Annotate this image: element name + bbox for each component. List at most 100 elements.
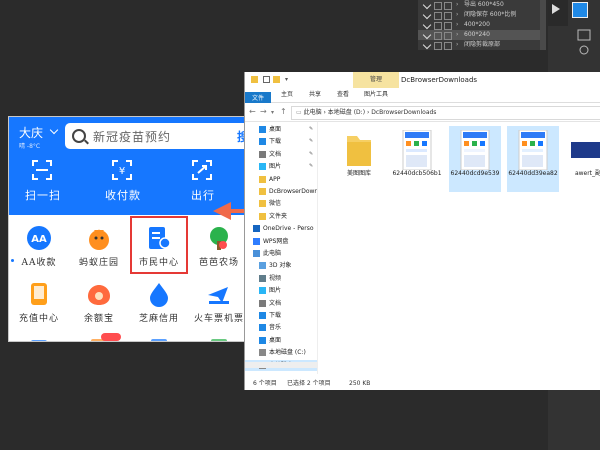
nav-item[interactable]: 文件夹 <box>245 211 317 222</box>
up-arrow-icon[interactable]: ↑ <box>280 107 287 116</box>
nav-item-label: WPS网盘 <box>263 237 289 245</box>
layer-link-icon[interactable] <box>444 42 452 50</box>
layer-checkbox[interactable] <box>434 12 442 20</box>
image-file-item[interactable]: awert_副本 <box>565 126 600 192</box>
nav-scrollbar[interactable] <box>245 362 317 368</box>
layer-checkbox[interactable] <box>434 22 442 30</box>
layer-row[interactable]: › 400*200 <box>418 20 546 30</box>
layer-checkbox[interactable] <box>434 42 442 50</box>
visibility-check-icon[interactable] <box>422 40 432 50</box>
nav-item-label: OneDrive - Perso <box>263 225 314 233</box>
nav-item[interactable]: 图片 <box>245 285 317 296</box>
status-bar: 6 个项目 已选择 2 个项目 250 KB <box>245 377 600 390</box>
properties-icon[interactable] <box>263 76 270 83</box>
layers-scrollbar[interactable] <box>540 0 546 50</box>
visibility-check-icon[interactable] <box>422 10 432 20</box>
nav-item[interactable]: 文档 <box>245 298 317 309</box>
recent-chevron-icon[interactable]: ▾ <box>271 109 274 116</box>
breadcrumb[interactable]: 此电脑 › 本地磁盘 (D:) › DcBrowserDownloads <box>304 109 437 116</box>
folder-item[interactable]: 美图图库 <box>333 126 385 192</box>
grid-item-8[interactable]: 火车票机票 <box>189 275 249 329</box>
back-arrow-icon[interactable]: ← <box>249 107 256 116</box>
search-bar[interactable]: 新冠疫苗预约 搜 <box>65 123 249 149</box>
image-file-item[interactable]: 62440dcd9e539 <box>449 126 501 192</box>
ribbon-tab[interactable]: 查看 <box>331 88 355 102</box>
forward-arrow-icon[interactable]: → <box>260 107 267 116</box>
new-folder-icon[interactable] <box>273 76 280 83</box>
nav-item[interactable]: 微信 <box>245 198 317 209</box>
file-list: 美图图库 62440dcb506b1 62440dcd9e539 62440dd39e… <box>319 122 600 374</box>
layer-link-icon[interactable] <box>444 22 452 30</box>
nav-item[interactable]: 此电脑 <box>245 248 317 259</box>
expand-arrow-icon[interactable]: › <box>456 40 458 50</box>
visibility-check-icon[interactable] <box>422 0 432 10</box>
ribbon-tab[interactable]: 共享 <box>303 88 327 102</box>
expand-arrow-icon[interactable]: › <box>456 10 458 20</box>
grid-item-7[interactable]: 芝麻信用 <box>129 275 189 329</box>
nav-item-label: 文档 <box>269 150 282 158</box>
layer-checkbox[interactable] <box>434 32 442 40</box>
nav-item[interactable]: 桌面 <box>245 335 317 346</box>
grid-item-2[interactable]: 蚂蚁庄园 <box>69 219 129 273</box>
search-icon <box>72 129 86 143</box>
highlight-box <box>130 216 188 274</box>
layer-link-icon[interactable] <box>444 32 452 40</box>
grid-item-1[interactable]: AA AA收款 <box>9 219 69 273</box>
grid-item-6[interactable]: 余额宝 <box>69 275 129 329</box>
address-box[interactable]: ▭ 此电脑 › 本地磁盘 (D:) › DcBrowserDownloads <box>291 106 600 120</box>
pin-icon: ✎ <box>309 138 314 145</box>
grid-item-4[interactable]: 芭芭农场 <box>189 219 249 273</box>
layer-link-icon[interactable] <box>444 12 452 20</box>
chevron-down-icon[interactable]: ▾ <box>285 76 292 83</box>
nav-item[interactable]: WPS网盘 <box>245 236 317 247</box>
nav-item[interactable]: 本地磁盘 (C:) <box>245 347 317 358</box>
play-icon[interactable] <box>552 4 560 14</box>
layer-link-icon[interactable] <box>444 2 452 10</box>
city-label[interactable]: 大庆 <box>19 124 43 141</box>
expand-arrow-icon[interactable]: › <box>456 20 458 30</box>
grid-item-label: AA收款 <box>21 258 57 268</box>
nav-item[interactable]: 图片 ✎ <box>245 161 317 172</box>
image-file-item[interactable]: 62440dcb506b1 <box>391 126 443 192</box>
ribbon-tab[interactable]: 图片工具 <box>359 88 393 102</box>
top-action-1[interactable]: 扫一扫 <box>13 157 73 211</box>
grid-item-5[interactable]: 充值中心 <box>9 275 69 329</box>
image-thumbnail <box>397 129 437 171</box>
nav-item[interactable]: DcBrowserDownloads <box>245 186 317 197</box>
layer-checkbox[interactable] <box>434 2 442 10</box>
ribbon-tab[interactable]: 主页 <box>275 88 299 102</box>
image-thumbnail <box>513 129 553 171</box>
file-name: 美图图库 <box>346 170 371 177</box>
layer-name: 导出 600*450 <box>464 1 504 8</box>
documents-icon <box>259 150 266 158</box>
expand-arrow-icon[interactable]: › <box>456 30 458 40</box>
alipay-header: 大庆 晴 -8°C 新冠疫苗预约 搜 扫一扫 ¥ 收付款 出行 <box>9 117 249 215</box>
foreground-color-swatch[interactable] <box>572 2 588 18</box>
layer-row[interactable]: › 闭隐保存 600*比例 <box>418 10 546 20</box>
layer-row[interactable]: › 导出 600*450 <box>418 0 546 10</box>
nav-item[interactable]: 音乐 <box>245 322 317 333</box>
nav-item[interactable]: 下载 <box>245 310 317 321</box>
image-file-item[interactable]: 62440dd39ea82 <box>507 126 559 192</box>
nav-item[interactable]: APP <box>245 174 317 185</box>
layer-name: 600*240 <box>464 31 490 38</box>
folder-icon <box>259 200 266 208</box>
search-input[interactable]: 新冠疫苗预约 <box>93 128 171 145</box>
nav-item[interactable]: 视频 <box>245 273 317 284</box>
nav-item[interactable]: 文档 ✎ <box>245 149 317 160</box>
computer-icon: ▭ <box>296 109 302 116</box>
pin-icon: ✎ <box>309 150 314 157</box>
visibility-check-icon[interactable] <box>422 30 432 40</box>
expand-arrow-icon[interactable]: › <box>456 0 458 10</box>
file-name: awert_副本 <box>574 170 600 177</box>
visibility-check-icon[interactable] <box>422 20 432 30</box>
nav-item[interactable]: OneDrive - Perso <box>245 223 317 234</box>
top-action-2[interactable]: ¥ 收付款 <box>93 157 153 211</box>
nav-item[interactable]: 桌面 ✎ <box>245 124 317 135</box>
nav-item[interactable]: 下载 ✎ <box>245 136 317 147</box>
layer-row[interactable]: › 600*240 <box>418 30 546 40</box>
chevron-down-icon[interactable] <box>49 125 59 135</box>
layer-row[interactable]: › 闭隐剪裁原部 <box>418 40 546 50</box>
nav-item[interactable]: 3D 对象 <box>245 260 317 271</box>
manage-tab[interactable]: 管理 <box>353 72 399 88</box>
